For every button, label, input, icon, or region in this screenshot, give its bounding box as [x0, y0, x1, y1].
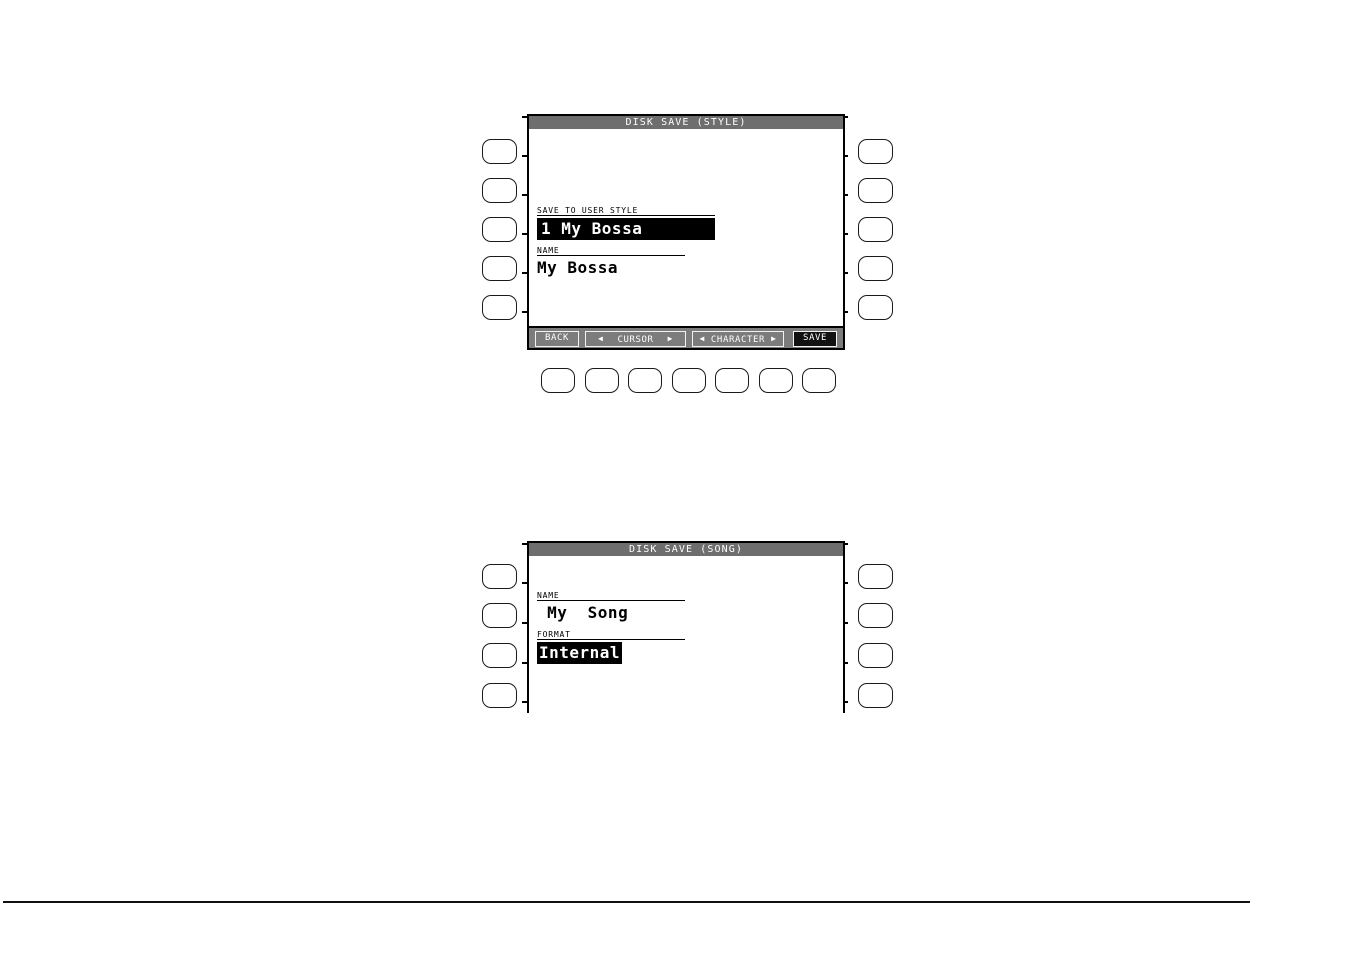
soft-button-back-label: BACK — [544, 333, 570, 343]
field-value-name-style: My Bossa — [537, 258, 619, 277]
panel-disk-save-song: DISK SAVE (SONG) NAME My Song FORMAT Int… — [470, 541, 900, 725]
song-side-button-left-1[interactable] — [482, 564, 517, 589]
side-button-right-3[interactable] — [858, 217, 893, 242]
soft-button-cursor[interactable]: ◀ CURSOR ▶ — [585, 331, 686, 347]
lcd-title-style: DISK SAVE (STYLE) — [529, 116, 843, 129]
lcd-title-song: DISK SAVE (SONG) — [529, 543, 843, 556]
song-side-button-right-2[interactable] — [858, 603, 893, 628]
bottom-button-4[interactable] — [672, 368, 706, 393]
field-label-save-to-user-style: SAVE TO USER STYLE — [537, 206, 639, 215]
character-left-arrow-icon[interactable]: ◀ — [699, 334, 704, 343]
bottom-button-7[interactable] — [802, 368, 836, 393]
panel-disk-save-style: DISK SAVE (STYLE) SAVE TO USER STYLE 1 M… — [470, 114, 900, 400]
field-name-style[interactable]: NAME My Bossa — [537, 246, 685, 277]
soft-button-save-label: SAVE — [802, 333, 828, 343]
bottom-button-6[interactable] — [759, 368, 793, 393]
cursor-left-arrow-icon[interactable]: ◀ — [598, 334, 603, 343]
bottom-button-1[interactable] — [541, 368, 575, 393]
lcd-body-song: NAME My Song FORMAT Internal — [529, 556, 843, 713]
field-name-song[interactable]: NAME My Song — [537, 591, 685, 622]
soft-button-back[interactable]: BACK — [535, 331, 579, 347]
field-rule-format-song — [537, 639, 685, 640]
song-side-button-left-4[interactable] — [482, 683, 517, 708]
field-label-format-song: FORMAT — [537, 630, 571, 639]
song-side-button-right-1[interactable] — [858, 564, 893, 589]
side-button-right-5[interactable] — [858, 295, 893, 320]
field-rule-name-style — [537, 255, 685, 256]
side-button-left-1[interactable] — [482, 139, 517, 164]
soft-button-character[interactable]: ◀ CHARACTER ▶ — [692, 331, 784, 347]
field-label-name-song: NAME — [537, 591, 560, 600]
footer-divider — [3, 901, 1250, 903]
bottom-button-5[interactable] — [715, 368, 749, 393]
field-value-name-song: My Song — [537, 603, 629, 622]
field-value-format-song: Internal — [537, 642, 623, 664]
lcd-screen-song: DISK SAVE (SONG) NAME My Song FORMAT Int… — [527, 541, 845, 713]
field-save-to-user-style[interactable]: SAVE TO USER STYLE 1 My Bossa — [537, 206, 715, 240]
soft-button-character-label: CHARACTER — [710, 335, 766, 345]
field-value-save-to-user-style: 1 My Bossa — [537, 218, 715, 240]
field-format-song[interactable]: FORMAT Internal — [537, 630, 685, 664]
soft-button-save[interactable]: SAVE — [793, 331, 837, 347]
side-button-left-5[interactable] — [482, 295, 517, 320]
character-right-arrow-icon[interactable]: ▶ — [771, 334, 776, 343]
side-button-right-1[interactable] — [858, 139, 893, 164]
soft-button-cursor-label: CURSOR — [617, 335, 654, 345]
page-root: DISK SAVE (STYLE) SAVE TO USER STYLE 1 M… — [0, 0, 1348, 954]
bottom-button-2[interactable] — [585, 368, 619, 393]
lcd-soft-button-bar: BACK ◀ CURSOR ▶ ◀ CHARACTER ▶ SAVE — [529, 326, 843, 348]
lcd-body-style: SAVE TO USER STYLE 1 My Bossa NAME My Bo… — [529, 129, 843, 348]
side-button-left-4[interactable] — [482, 256, 517, 281]
song-side-button-right-4[interactable] — [858, 683, 893, 708]
lcd-screen-style: DISK SAVE (STYLE) SAVE TO USER STYLE 1 M… — [527, 114, 845, 350]
cursor-right-arrow-icon[interactable]: ▶ — [668, 334, 673, 343]
field-rule-name-song — [537, 600, 685, 601]
side-button-right-2[interactable] — [858, 178, 893, 203]
song-side-button-left-2[interactable] — [482, 603, 517, 628]
side-button-left-3[interactable] — [482, 217, 517, 242]
side-button-left-2[interactable] — [482, 178, 517, 203]
field-label-name-style: NAME — [537, 246, 560, 255]
field-rule-save-to-user-style — [537, 215, 715, 216]
side-button-right-4[interactable] — [858, 256, 893, 281]
song-side-button-right-3[interactable] — [858, 643, 893, 668]
bottom-button-3[interactable] — [628, 368, 662, 393]
song-side-button-left-3[interactable] — [482, 643, 517, 668]
